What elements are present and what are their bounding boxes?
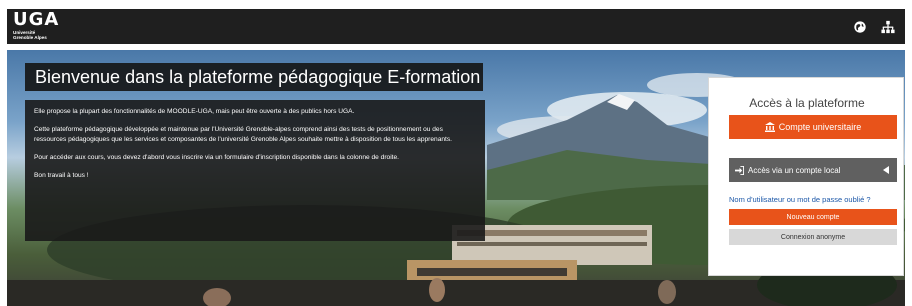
sitemap-icon[interactable]	[881, 20, 895, 34]
page: UGA Université Grenoble Alpes Bienvenue …	[0, 0, 912, 306]
login-title: Accès à la plateforme	[749, 96, 865, 110]
welcome-title: Bienvenue dans la plateforme pédagogique…	[25, 63, 483, 91]
university-account-label: Compte universitaire	[778, 122, 862, 132]
top-navbar: UGA Université Grenoble Alpes	[7, 9, 905, 44]
welcome-text-panel: Elle propose la plupart des fonctionnali…	[25, 100, 485, 241]
caret-left-icon	[883, 166, 889, 174]
nav-icons	[853, 9, 895, 44]
welcome-paragraph-4: Bon travail à tous !	[34, 172, 89, 179]
login-panel: Accès à la plateforme Compte universitai…	[708, 77, 904, 276]
logo-line-2: Grenoble Alpes	[13, 35, 47, 40]
university-icon	[764, 122, 775, 132]
university-account-button[interactable]: Compte universitaire	[729, 115, 897, 139]
hero-banner: Bienvenue dans la plateforme pédagogique…	[7, 50, 905, 306]
welcome-paragraph-3: Pour accéder aux cours, vous devez d'abo…	[34, 154, 400, 161]
new-account-button[interactable]: Nouveau compte	[729, 209, 897, 225]
uga-logo[interactable]: UGA Université Grenoble Alpes	[13, 9, 73, 44]
welcome-paragraph-2: Cette plateforme pédagogique développée …	[34, 126, 453, 143]
sign-in-icon	[735, 165, 744, 175]
logo-text: UGA	[13, 9, 60, 30]
welcome-paragraph-1: Elle propose la plupart des fonctionnali…	[34, 108, 355, 115]
local-account-button[interactable]: Accès via un compte local	[729, 158, 897, 182]
globe-icon[interactable]	[853, 20, 867, 34]
forgot-password-link[interactable]: Nom d'utilisateur ou mot de passe oublié…	[729, 195, 904, 204]
anonymous-login-button[interactable]: Connexion anonyme	[729, 229, 897, 245]
local-account-label: Accès via un compte local	[748, 165, 841, 175]
